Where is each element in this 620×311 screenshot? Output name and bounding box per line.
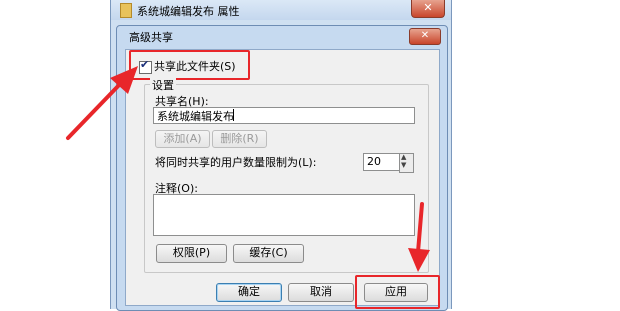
dialog-close-button[interactable]: ✕ bbox=[409, 28, 441, 45]
highlight-box-apply bbox=[355, 275, 440, 309]
add-button[interactable]: 添加(A) bbox=[155, 130, 210, 148]
remove-button[interactable]: 删除(R) bbox=[212, 130, 267, 148]
annotation-arrow-down bbox=[408, 202, 430, 272]
text-caret bbox=[233, 109, 234, 121]
spin-up-icon[interactable]: ▲ bbox=[401, 153, 406, 161]
permissions-button[interactable]: 权限(P) bbox=[156, 244, 227, 263]
settings-legend: 设置 bbox=[150, 77, 176, 93]
cancel-button[interactable]: 取消 bbox=[288, 283, 354, 302]
properties-close-button[interactable]: ✕ bbox=[411, 0, 445, 18]
properties-window-title: 系统城编辑发布 属性 bbox=[137, 5, 240, 18]
share-name-value: 系统城编辑发布 bbox=[157, 110, 234, 123]
user-limit-label: 将同时共享的用户数量限制为(L): bbox=[155, 156, 317, 169]
spin-down-icon[interactable]: ▼ bbox=[401, 161, 406, 169]
dialog-title: 高级共享 bbox=[129, 31, 173, 44]
comment-textarea[interactable] bbox=[153, 194, 415, 236]
caching-button[interactable]: 缓存(C) bbox=[233, 244, 304, 263]
annotation-arrow-left bbox=[66, 66, 138, 140]
properties-title-bar: 系统城编辑发布 属性 ✕ bbox=[111, 0, 451, 20]
folder-icon bbox=[120, 3, 132, 18]
ok-button[interactable]: 确定 bbox=[216, 283, 282, 302]
user-limit-value: 20 bbox=[367, 155, 381, 168]
